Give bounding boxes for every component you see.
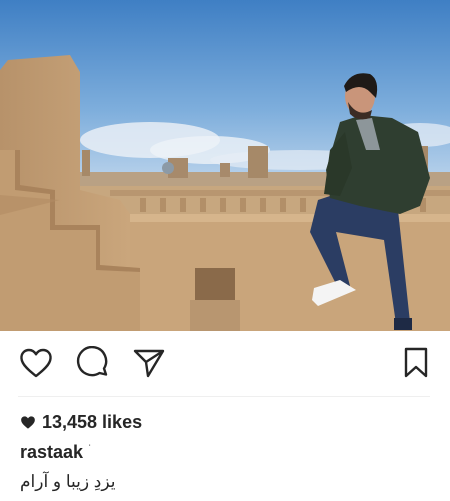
post-actions-bar [0, 331, 450, 397]
likes-count[interactable]: 13,458 likes [20, 410, 142, 434]
username-row: rastaak ˈ [20, 442, 91, 463]
divider [18, 396, 430, 397]
paper-plane-icon [132, 347, 166, 384]
bookmark-icon [403, 347, 429, 384]
comment-button[interactable] [75, 345, 111, 385]
post-caption: یزدِ زیبا و آرام [20, 472, 116, 491]
likes-label: 13,458 likes [42, 411, 143, 432]
username-link[interactable]: rastaak [20, 442, 83, 463]
comment-bubble-icon [76, 345, 110, 385]
post-photo-image [0, 0, 450, 331]
heart-filled-icon [20, 415, 36, 430]
like-button[interactable] [18, 347, 54, 383]
post-photo[interactable] [0, 0, 450, 331]
username-mark: ˈ [88, 444, 92, 455]
heart-outline-icon [19, 348, 53, 383]
share-button[interactable] [131, 347, 167, 383]
save-button[interactable] [398, 347, 434, 383]
